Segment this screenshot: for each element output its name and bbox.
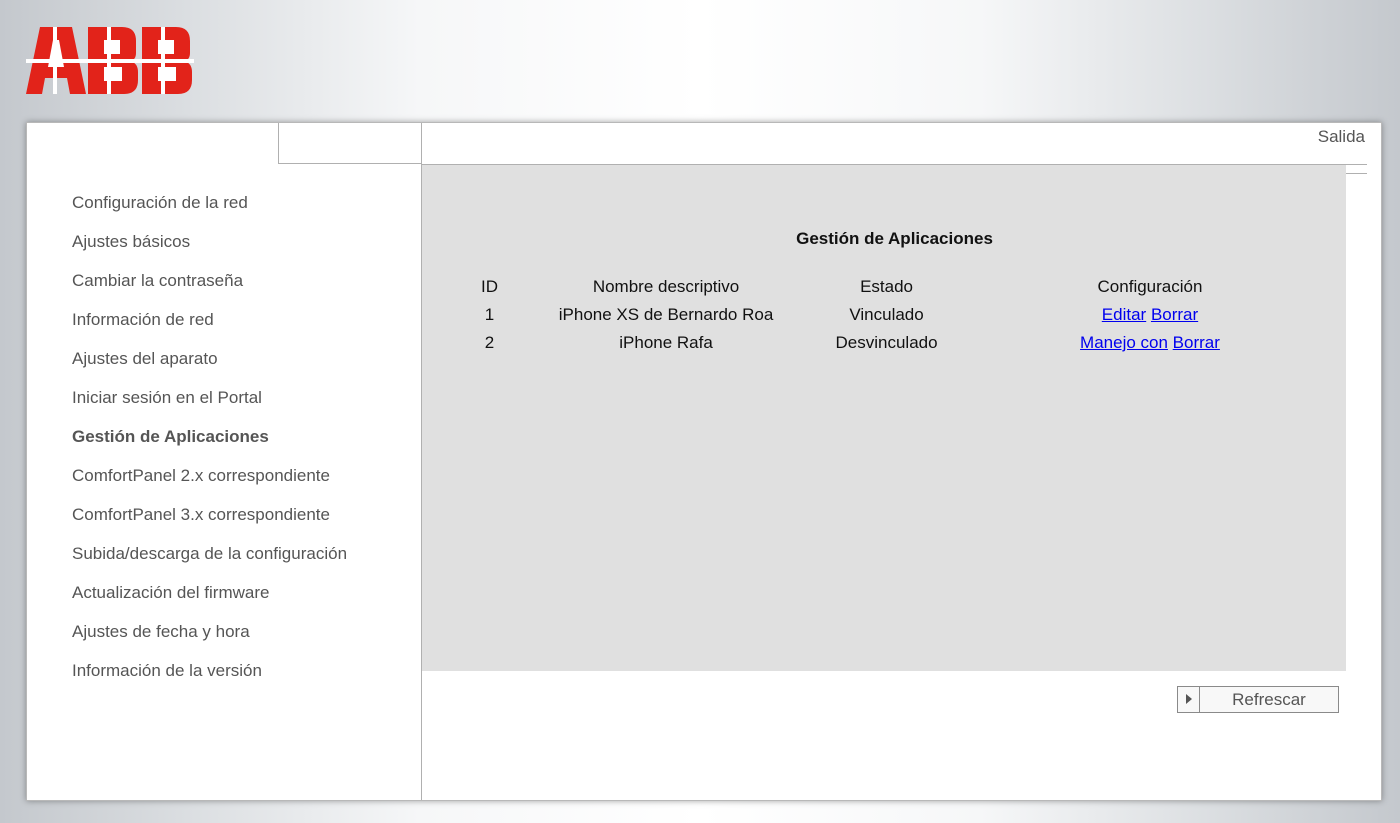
cell-id: 1 — [484, 305, 495, 324]
cell-name: iPhone XS de Bernardo Roa — [558, 305, 774, 324]
main-panel: Salida Configuración de la red Ajustes b… — [26, 122, 1382, 801]
logout-link[interactable]: Salida — [1318, 127, 1365, 147]
column-header-name: Nombre descriptivo — [592, 277, 740, 296]
sidebar-item-date-time[interactable]: Ajustes de fecha y hora — [72, 619, 347, 658]
sidebar-item-config-upload-download[interactable]: Subida/descarga de la configuración — [72, 541, 347, 580]
cell-id: 2 — [484, 333, 495, 352]
sidebar-header-cell — [278, 123, 421, 164]
sidebar-nav: Configuración de la red Ajustes básicos … — [72, 190, 347, 697]
sidebar-item-change-password[interactable]: Cambiar la contraseña — [72, 268, 347, 307]
cell-config: Editar Borrar — [954, 301, 1346, 329]
content-area: Gestión de Aplicaciones ID Nombre descri… — [422, 165, 1346, 671]
column-header-id: ID — [480, 277, 498, 296]
play-arrow-icon — [1178, 687, 1200, 712]
sidebar-item-app-management[interactable]: Gestión de Aplicaciones — [72, 424, 347, 463]
control-with-link[interactable]: Manejo con — [1080, 333, 1168, 352]
table-row: 2 iPhone Rafa Desvinculado Manejo con Bo… — [466, 329, 1346, 357]
cell-status: Vinculado — [849, 305, 924, 324]
column-header-status: Estado — [860, 277, 914, 296]
sidebar-item-comfortpanel-2x[interactable]: ComfortPanel 2.x correspondiente — [72, 463, 347, 502]
cell-name: iPhone Rafa — [619, 333, 713, 352]
sidebar-item-firmware-update[interactable]: Actualización del firmware — [72, 580, 347, 619]
sidebar-item-comfortpanel-3x[interactable]: ComfortPanel 3.x correspondiente — [72, 502, 347, 541]
delete-link[interactable]: Borrar — [1173, 333, 1220, 352]
top-banner — [0, 0, 1400, 122]
refresh-button[interactable]: Refrescar — [1177, 686, 1339, 713]
delete-link[interactable]: Borrar — [1151, 305, 1198, 324]
edit-link[interactable]: Editar — [1102, 305, 1146, 324]
page-title: Gestión de Aplicaciones — [796, 229, 993, 248]
refresh-button-label: Refrescar — [1232, 690, 1306, 709]
sidebar-item-device-settings[interactable]: Ajustes del aparato — [72, 346, 347, 385]
sidebar-item-basic-settings[interactable]: Ajustes básicos — [72, 229, 347, 268]
applications-table: ID Nombre descriptivo Estado Configuraci… — [466, 273, 1346, 357]
sidebar-item-network-config[interactable]: Configuración de la red — [72, 190, 347, 229]
header-divider-short — [1345, 173, 1367, 174]
table-header-row: ID Nombre descriptivo Estado Configuraci… — [466, 273, 1346, 301]
abb-logo — [26, 27, 194, 94]
table-row: 1 iPhone XS de Bernardo Roa Vinculado Ed… — [466, 301, 1346, 329]
column-header-config: Configuración — [1097, 277, 1203, 296]
cell-config: Manejo con Borrar — [954, 329, 1346, 357]
sidebar-item-network-info[interactable]: Información de red — [72, 307, 347, 346]
cell-status: Desvinculado — [835, 333, 938, 352]
sidebar-item-portal-login[interactable]: Iniciar sesión en el Portal — [72, 385, 347, 424]
sidebar-item-version-info[interactable]: Información de la versión — [72, 658, 347, 697]
